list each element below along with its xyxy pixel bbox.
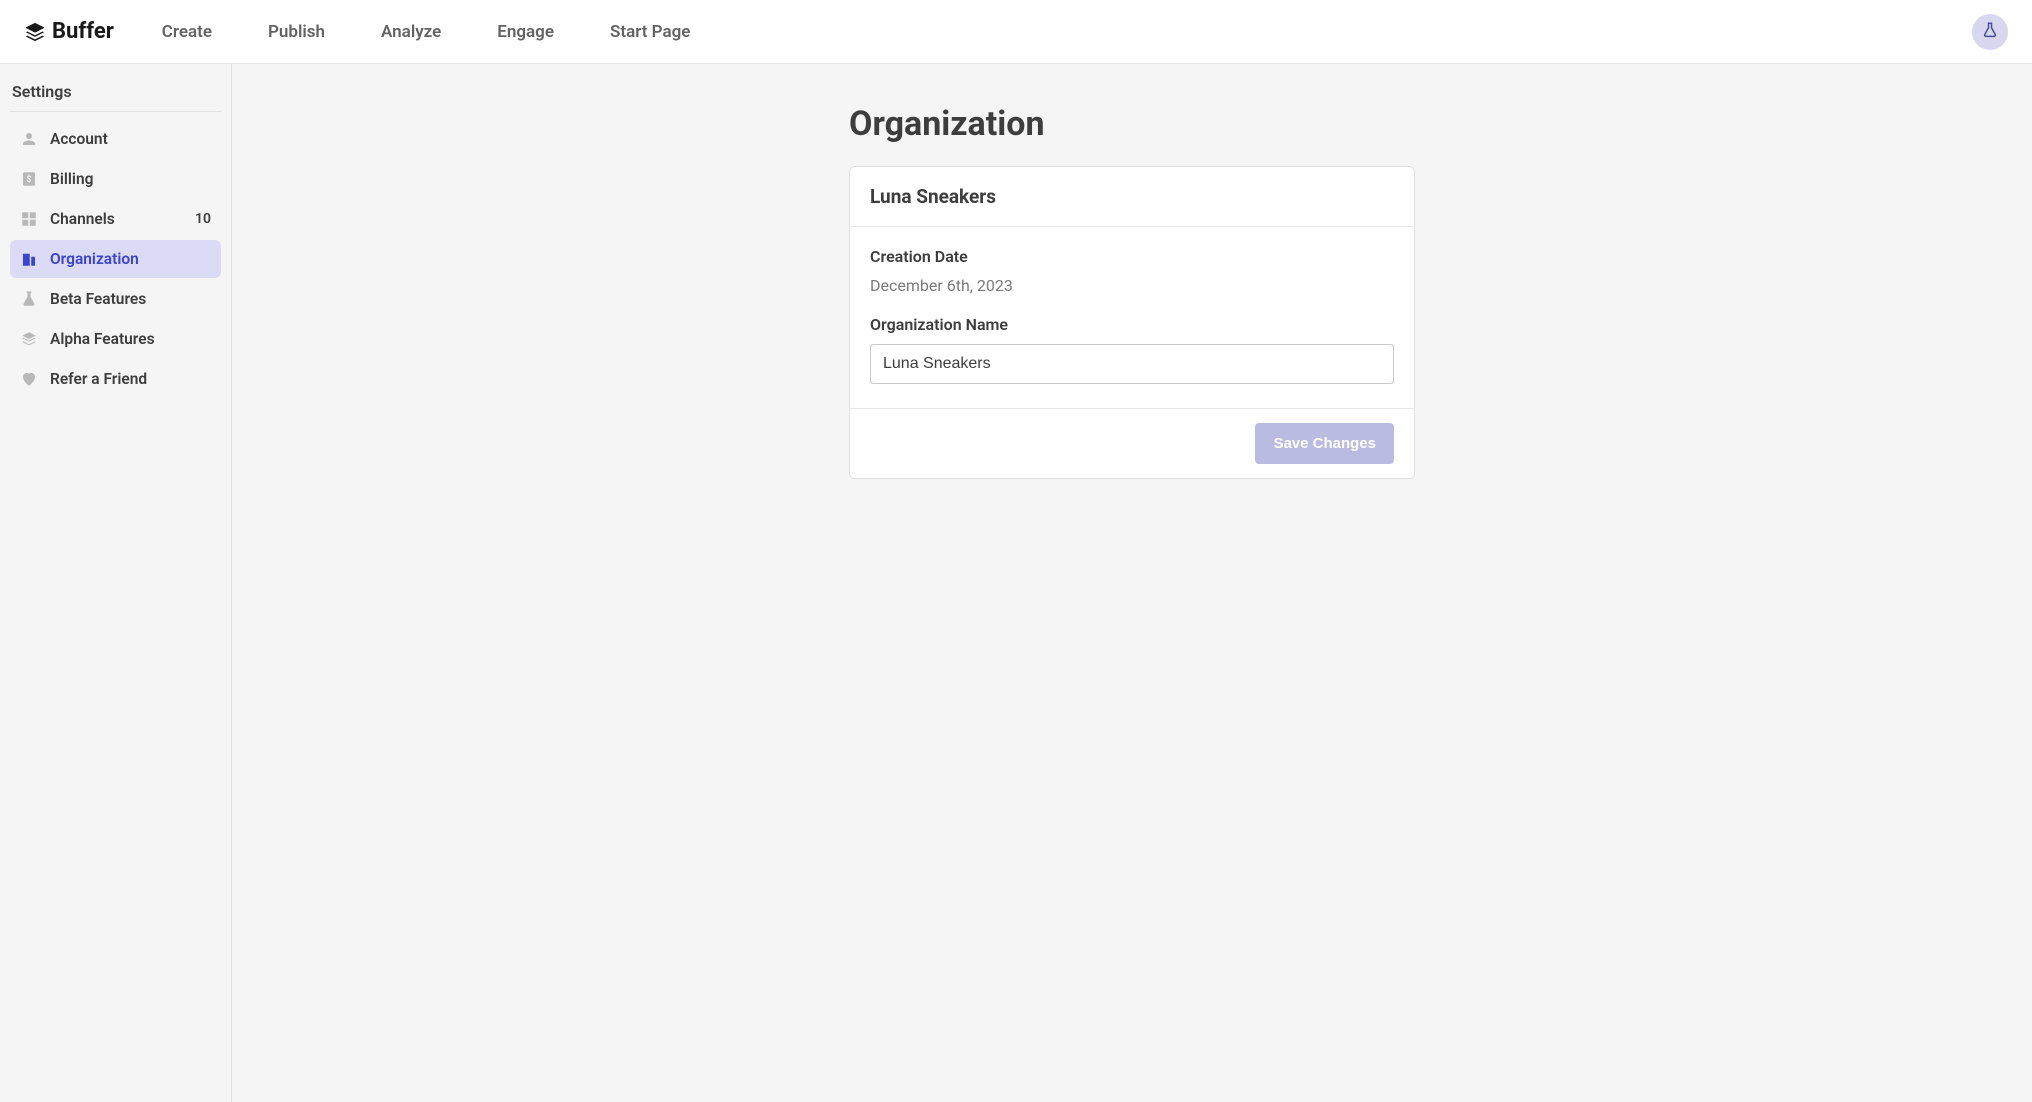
card-footer: Save Changes [850, 409, 1414, 478]
heart-icon [20, 370, 38, 388]
sidebar-item-label: Beta Features [50, 290, 211, 308]
sidebar: Settings Account $ Billing Channels 10 O [0, 64, 232, 1102]
person-icon [20, 130, 38, 148]
nav-startpage[interactable]: Start Page [610, 22, 690, 42]
sidebar-item-channels[interactable]: Channels 10 [10, 200, 221, 238]
nav-analyze[interactable]: Analyze [381, 22, 441, 42]
sidebar-item-label: Channels [50, 210, 183, 228]
sidebar-item-label: Billing [50, 170, 211, 188]
sidebar-item-label: Organization [50, 250, 211, 268]
buffer-logo-icon [24, 21, 46, 43]
flask-icon [1981, 21, 1999, 43]
nav-publish[interactable]: Publish [268, 22, 325, 42]
sidebar-item-billing[interactable]: $ Billing [10, 160, 221, 198]
org-card: Luna Sneakers Creation Date December 6th… [849, 166, 1415, 479]
org-name-input[interactable] [870, 344, 1394, 384]
sidebar-title: Settings [10, 82, 221, 112]
brand-name: Buffer [52, 19, 114, 44]
nav-engage[interactable]: Engage [497, 22, 554, 42]
sidebar-item-alpha[interactable]: Alpha Features [10, 320, 221, 358]
nav-links: Create Publish Analyze Engage Start Page [162, 22, 691, 42]
page-title: Organization [849, 104, 1415, 144]
sidebar-item-beta[interactable]: Beta Features [10, 280, 221, 318]
channels-count: 10 [195, 211, 211, 227]
card-header: Luna Sneakers [850, 167, 1414, 227]
svg-text:$: $ [26, 174, 31, 185]
sidebar-item-label: Alpha Features [50, 330, 211, 348]
sidebar-item-account[interactable]: Account [10, 120, 221, 158]
nav-create[interactable]: Create [162, 22, 212, 42]
logo[interactable]: Buffer [24, 19, 114, 44]
flask-icon [20, 290, 38, 308]
save-changes-button[interactable]: Save Changes [1255, 423, 1394, 464]
sidebar-item-label: Account [50, 130, 211, 148]
sidebar-item-label: Refer a Friend [50, 370, 211, 388]
org-name-label: Organization Name [870, 315, 1394, 334]
creation-date-value: December 6th, 2023 [870, 276, 1394, 295]
layers-icon [20, 330, 38, 348]
sidebar-item-refer[interactable]: Refer a Friend [10, 360, 221, 398]
grid-icon [20, 210, 38, 228]
sidebar-item-organization[interactable]: Organization [10, 240, 221, 278]
topbar: Buffer Create Publish Analyze Engage Sta… [0, 0, 2032, 64]
card-body: Creation Date December 6th, 2023 Organiz… [850, 227, 1414, 409]
creation-date-label: Creation Date [870, 247, 1394, 266]
content-wrap: Settings Account $ Billing Channels 10 O [0, 64, 2032, 1102]
beta-badge-button[interactable] [1972, 14, 2008, 50]
building-icon [20, 250, 38, 268]
dollar-icon: $ [20, 170, 38, 188]
main: Organization Luna Sneakers Creation Date… [232, 64, 2032, 1102]
